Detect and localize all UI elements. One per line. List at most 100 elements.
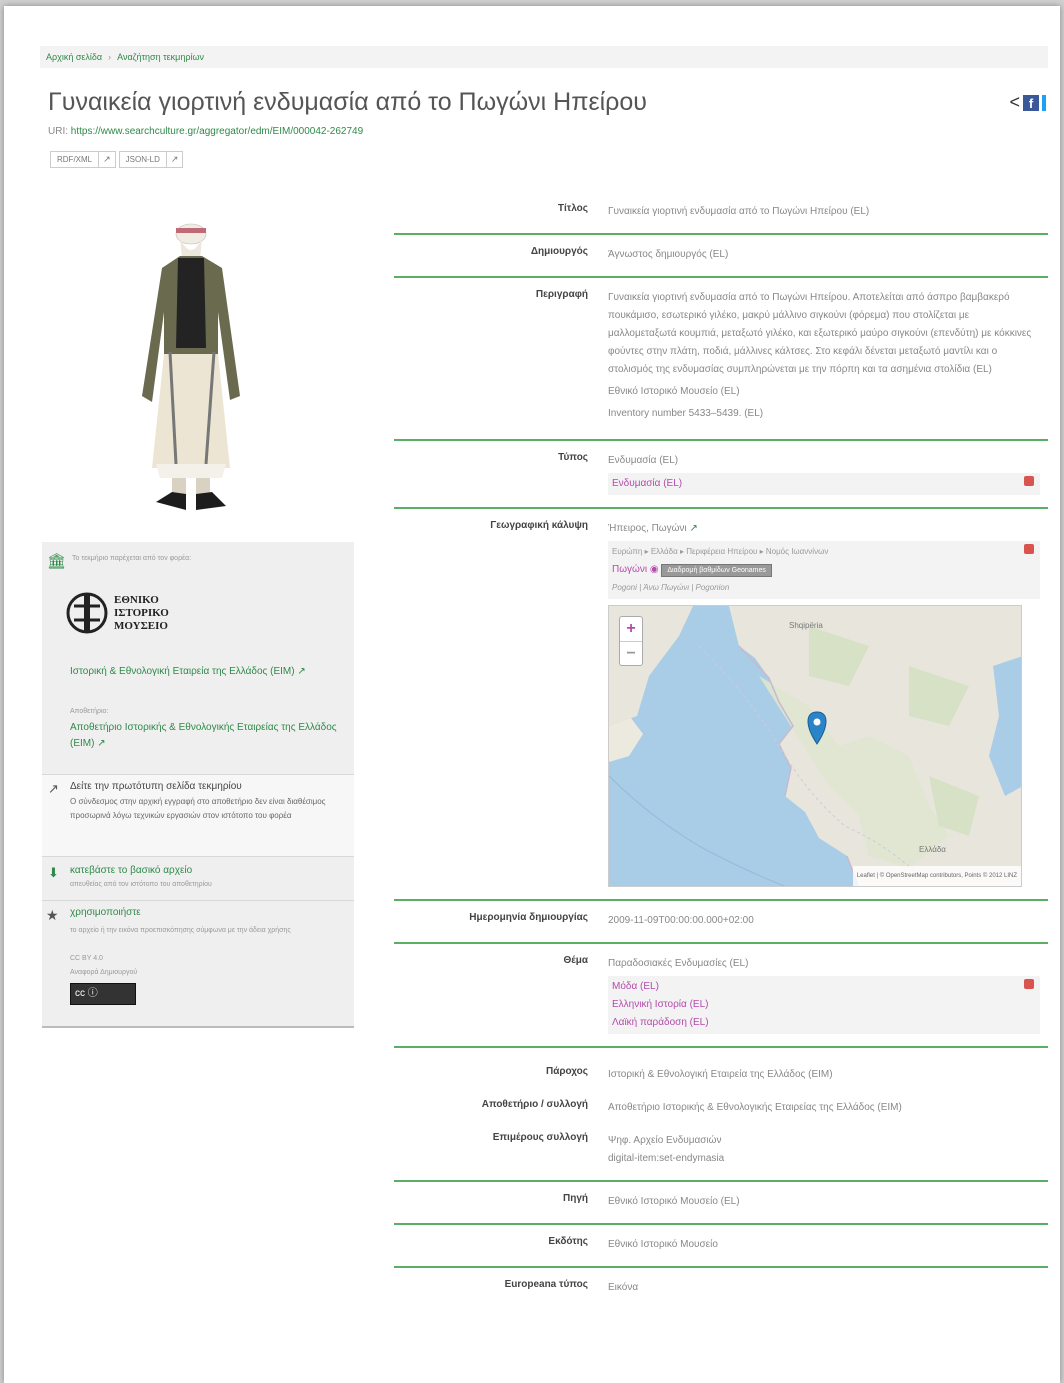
logo-line: ΙΣΤΟΡΙΚΟ [114,606,169,619]
meta-row-description: Περιγραφή Γυναικεία γιορτινή ενδυμασία α… [394,278,1048,441]
meta-label: Εκδότης [548,1236,588,1247]
json-ld-label: JSON-LD [125,155,160,164]
license-badge[interactable]: cc ⓘ [70,979,136,1005]
map-view[interactable]: Shqipëria Ελλάδα + − Leaflet | © OpenStr… [608,605,1022,887]
logo-line: ΜΟΥΣΕΙΟ [114,619,168,632]
geo-text-line: Ήπειρος, Πωγώνι ↗ [608,520,1040,538]
external-link-icon: ↗ [165,152,183,167]
subject-link[interactable]: Μόδα (EL) [612,978,1036,996]
download-section[interactable]: ⬇ κατεβάστε το βασικό αρχείο απευθείας α… [42,856,354,900]
meta-value: Ενδυμασία (EL) Ενδυμασία (EL) [608,452,1048,495]
rights-section: ★ χρησιμοποιήστε το αρχείο ή την εικόνα … [42,900,354,1026]
provider-section: 🏛 Το τεκμήριο παρέχεται από τον φορέα: Ε… [42,542,354,774]
meta-label: Επιμέρους συλλογή [492,1132,588,1143]
provider-org-name: Ιστορική & Εθνολογική Εταιρεία της Ελλάδ… [70,666,295,677]
zoom-in-button[interactable]: + [620,617,642,641]
description-text: Γυναικεία γιορτινή ενδυμασία από το Πωγώ… [608,292,1032,375]
json-ld-button[interactable]: JSON-LD ↗ [118,151,184,168]
rdf-xml-label: RDF/XML [57,155,93,164]
meta-row-title: Τίτλος Γυναικεία γιορτινή ενδυμασία από … [394,192,1048,235]
zoom-out-button[interactable]: − [620,641,642,665]
twitter-icon[interactable] [1042,94,1046,111]
breadcrumb-home[interactable]: Αρχική σελίδα [46,52,102,62]
uri-link[interactable]: https://www.searchculture.gr/aggregator/… [71,126,363,137]
meta-label: Τύπος [558,452,588,463]
vocabulary-tag-icon [1024,544,1034,554]
external-link-icon: ↗ [297,666,306,677]
meta-label: Europeana τύπος [504,1279,588,1290]
type-vocabulary-box: Ενδυμασία (EL) [608,473,1040,495]
map-attribution[interactable]: Leaflet | © OpenStreetMap contributors, … [852,866,1021,886]
meta-row-provider: Πάροχος Ιστορική & Εθνολογική Εταιρεία τ… [394,1048,1048,1088]
uri-line: URI: https://www.searchculture.gr/aggreg… [48,126,363,137]
star-icon: ★ [46,907,59,923]
meta-value: Εθνικό Ιστορικό Μουσείο [608,1239,718,1250]
meta-row-publisher: Εκδότης Εθνικό Ιστορικό Μουσείο [394,1225,1048,1268]
map-marker-small-icon: ◉ [649,564,659,575]
uri-label: URI: [48,126,68,137]
meta-value: Παραδοσιακές Ενδυμασίες (EL) Μόδα (EL) Ε… [608,955,1048,1034]
rights-note: το αρχείο ή την εικόνα προεπισκόπησης σύ… [70,927,291,934]
meta-row-repository: Αποθετήριο / συλλογή Αποθετήριο Ιστορική… [394,1088,1048,1121]
meta-row-collection: Επιμέρους συλλογή Ψηφ. Αρχείο Ενδυμασιών… [394,1121,1048,1182]
meta-label: Τίτλος [557,203,588,214]
meta-value: Γυναικεία γιορτινή ενδυμασία από το Πωγώ… [608,206,870,217]
meta-label: Πηγή [563,1193,588,1204]
meta-label: Δημιουργός [530,246,588,257]
provider-logo[interactable]: ΕΘΝΙΚΟ ΙΣΤΟΡΙΚΟ ΜΟΥΣΕΙΟ [66,592,169,634]
preview-image[interactable] [134,216,244,526]
external-link-icon: ↗ [97,738,106,749]
rights-title: χρησιμοποιήστε [70,907,141,918]
description-inventory: Inventory number 5433–5439. (EL) [608,408,764,419]
meta-label: Θέμα [563,955,588,966]
facebook-icon[interactable]: f [1023,94,1039,111]
page: Αρχική σελίδα › Αναζήτηση τεκμηρίων Γυναικ… [4,6,1060,1383]
repository-name: Αποθετήριο Ιστορικής & Εθνολογικής Εταιρ… [70,722,337,749]
share-icon[interactable]: < [1009,92,1020,113]
geo-text: Ήπειρος, Πωγώνι [608,523,687,534]
repository-link[interactable]: Αποθετήριο Ιστορικής & Εθνολογικής Εταιρ… [70,720,340,752]
subject-text: Παραδοσιακές Ενδυμασίες (EL) [608,958,749,969]
subject-link[interactable]: Λαϊκή παράδοση (EL) [612,1014,1036,1032]
provider-org-link[interactable]: Ιστορική & Εθνολογική Εταιρεία της Ελλάδ… [70,664,340,680]
collection-id: digital-item:set-endymasia [608,1153,725,1164]
collection-name[interactable]: Ψηφ. Αρχείο Ενδυμασιών [608,1132,1040,1150]
institution-icon: 🏛 [47,553,67,570]
meta-row-creator: Δημιουργός Άγνωστος δημιουργός (EL) [394,235,1048,278]
meta-value[interactable]: Ιστορική & Εθνολογική Εταιρεία της Ελλάδ… [608,1066,1048,1084]
subject-vocabulary-box: Μόδα (EL) Ελληνική Ιστορία (EL) Λαϊκή πα… [608,976,1040,1034]
metadata-table: Τίτλος Γυναικεία γιορτινή ενδυμασία από … [394,192,1048,1301]
external-link-icon[interactable]: ↗ [689,523,697,534]
geo-link[interactable]: Πωγώνι [612,564,647,575]
cc-by-badge-icon: cc ⓘ [70,983,136,1005]
meta-value: 2009-11-09T00:00:00.000+02:00 [608,915,754,926]
meta-value[interactable]: Αποθετήριο Ιστορικής & Εθνολογικής Εταιρ… [608,1099,1048,1117]
meta-row-date: Ημερομηνία δημιουργίας 2009-11-09T00:00:… [394,901,1048,944]
meta-value: Εθνικό Ιστορικό Μουσείο (EL) [608,1196,740,1207]
breadcrumb-separator: › [108,52,112,62]
rdf-xml-button[interactable]: RDF/XML ↗ [50,151,116,168]
geo-path: Ευρώπη ▸ Ελλάδα ▸ Περιφέρεια Ηπείρου ▸ Ν… [612,547,829,556]
meta-value: Ήπειρος, Πωγώνι ↗ Ευρώπη ▸ Ελλάδα ▸ Περι… [608,520,1048,887]
meta-row-source: Πηγή Εθνικό Ιστορικό Μουσείο (EL) [394,1182,1048,1225]
type-link[interactable]: Ενδυμασία (EL) [612,478,682,489]
vocabulary-tag-icon [1024,476,1034,486]
subject-link[interactable]: Ελληνική Ιστορία (EL) [612,996,1036,1014]
zoom-control: + − [619,616,643,666]
provider-intro: Το τεκμήριο παρέχεται από τον φορέα: [72,555,192,562]
external-link-icon: ↗ [48,781,59,796]
format-buttons: RDF/XML ↗ JSON-LD ↗ [50,151,184,168]
geo-vocabulary-box: Ευρώπη ▸ Ελλάδα ▸ Περιφέρεια Ηπείρου ▸ Ν… [608,541,1040,599]
geonames-box: Διαδρομή βαθμίδων Geonames [661,564,772,577]
original-page-section[interactable]: ↗ Δείτε την πρωτότυπη σελίδα τεκμηρίου Ο… [42,774,354,856]
meta-value: Γυναικεία γιορτινή ενδυμασία από το Πωγώ… [608,289,1048,427]
museum-seal-icon [66,592,108,634]
license-attribution: Αναφορά Δημιουργού [70,969,138,976]
breadcrumb: Αρχική σελίδα › Αναζήτηση τεκμηρίων [40,46,1048,68]
meta-row-type: Τύπος Ενδυμασία (EL) Ενδυμασία (EL) [394,441,1048,509]
meta-value: Εικόνα [608,1282,639,1293]
logo-text: ΕΘΝΙΚΟ ΙΣΤΟΡΙΚΟ ΜΟΥΣΕΙΟ [114,594,169,633]
repository-label: Αποθετήριο: [70,708,109,715]
map-label: Ελλάδα [919,845,946,854]
license-name[interactable]: CC BY 4.0 [70,955,103,962]
